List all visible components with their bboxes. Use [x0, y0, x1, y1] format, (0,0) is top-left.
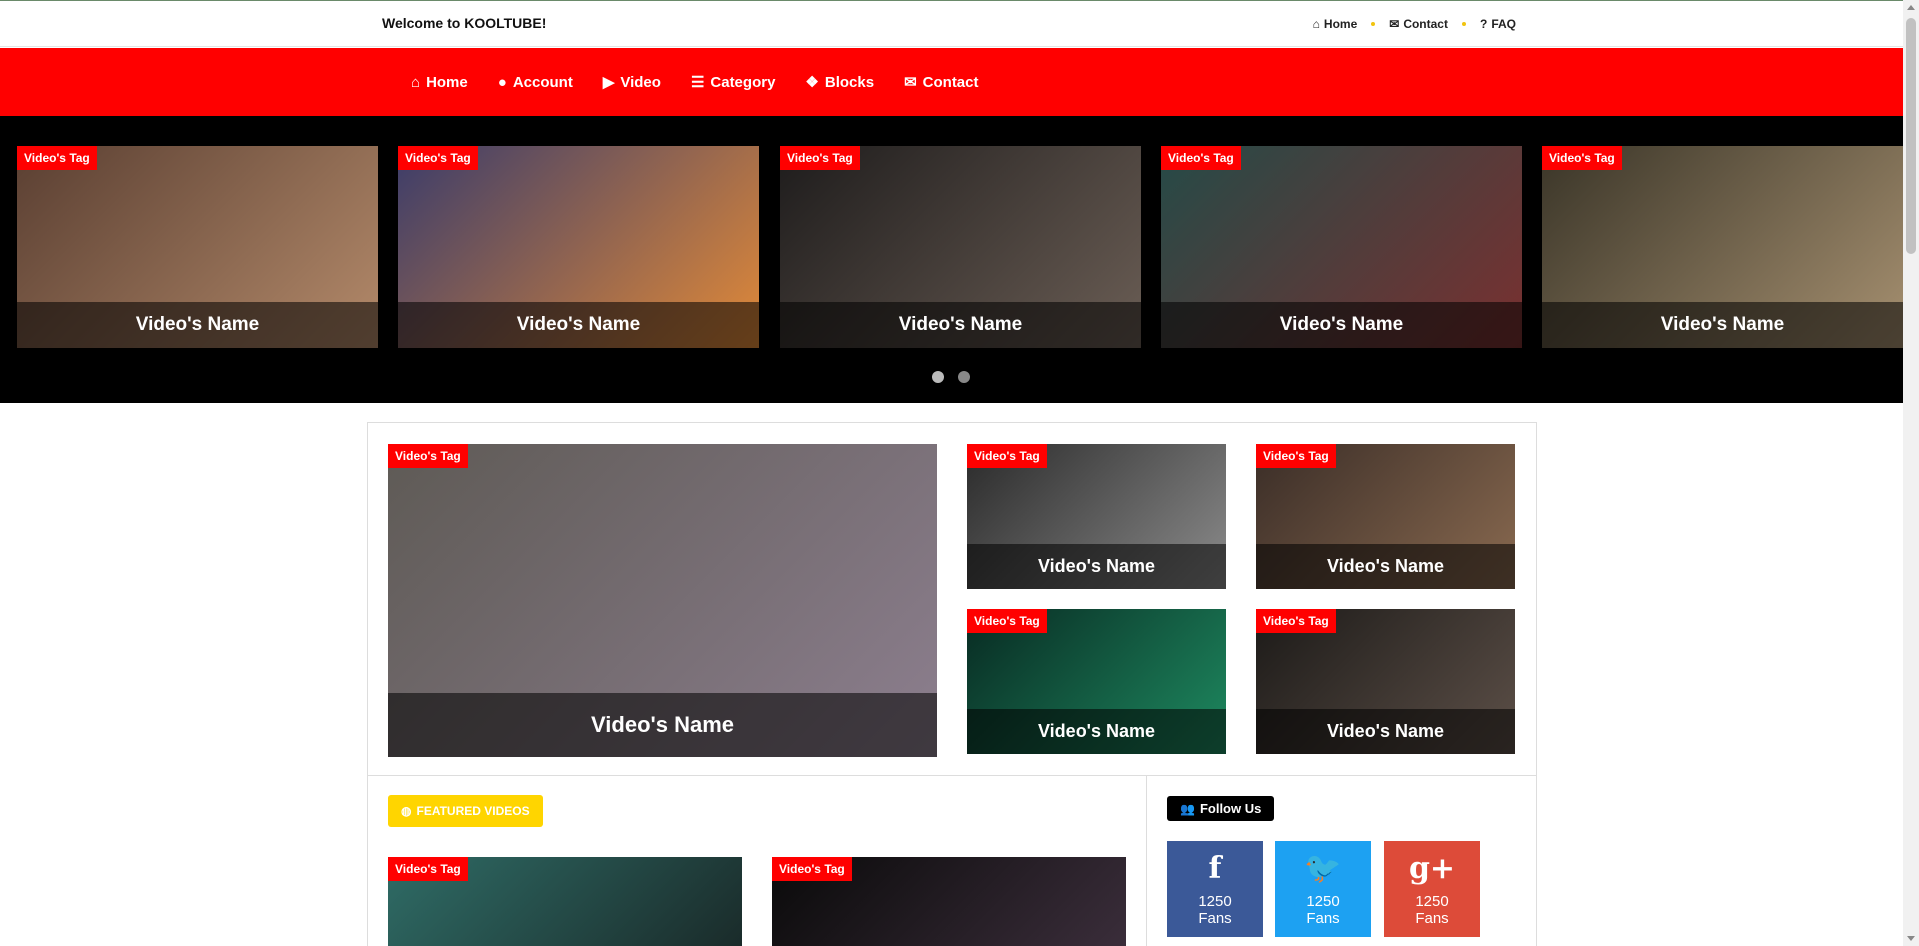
- video-name: Video's Name: [1161, 302, 1522, 348]
- welcome-text: Welcome to KOOLTUBE!: [382, 15, 547, 31]
- top-link-label: FAQ: [1491, 17, 1516, 31]
- video-tag[interactable]: Video's Tag: [388, 857, 468, 881]
- video-card[interactable]: Video's Tag Video's Name: [398, 146, 759, 348]
- video-card[interactable]: Video's Tag Video's Name: [780, 146, 1141, 348]
- page: Welcome to KOOLTUBE! ⌂ Home ✉ Contact ? …: [0, 0, 1919, 946]
- top-bar: Welcome to KOOLTUBE! ⌂ Home ✉ Contact ? …: [0, 0, 1903, 47]
- video-tag[interactable]: Video's Tag: [1256, 609, 1336, 633]
- video-tag[interactable]: Video's Tag: [967, 609, 1047, 633]
- nav-item-label: Video: [620, 73, 661, 91]
- comments-icon: ✉: [1389, 17, 1400, 31]
- twitter-icon: 🐦: [1304, 851, 1342, 886]
- nav-item-category[interactable]: ☰ Category: [691, 74, 775, 91]
- scroll-up-arrow[interactable]: [1907, 5, 1915, 10]
- nav-item-label: Account: [512, 73, 573, 91]
- fan-count: 1250: [1306, 893, 1340, 910]
- video-name: Video's Name: [388, 693, 937, 757]
- facebook-icon: f: [1208, 851, 1222, 886]
- top-link-contact[interactable]: ✉ Contact: [1389, 17, 1448, 31]
- scrollbar-thumb[interactable]: [1906, 18, 1916, 254]
- video-name: Video's Name: [967, 709, 1226, 754]
- video-tag[interactable]: Video's Tag: [398, 146, 478, 170]
- fan-count: 1250: [1415, 893, 1449, 910]
- video-name: Video's Name: [17, 302, 378, 348]
- video-card[interactable]: Video's Tag Video's Name: [967, 609, 1226, 754]
- video-card[interactable]: Video's Tag: [772, 857, 1126, 946]
- video-tag[interactable]: Video's Tag: [1542, 146, 1622, 170]
- follow-label-text: Follow Us: [1199, 801, 1262, 816]
- video-name: Video's Name: [1542, 302, 1903, 348]
- video-tag[interactable]: Video's Tag: [388, 444, 468, 468]
- slider-dot[interactable]: [932, 371, 944, 383]
- google-plus-icon: g+: [1408, 851, 1456, 886]
- video-tag[interactable]: Video's Tag: [780, 146, 860, 170]
- page-scrollbar[interactable]: [1903, 0, 1919, 946]
- nav-item-home[interactable]: ⌂ Home: [411, 74, 468, 91]
- divider: [1146, 776, 1147, 946]
- video-tag[interactable]: Video's Tag: [17, 146, 97, 170]
- cubes-icon: ❖: [805, 73, 819, 91]
- featured-label-text: FEATURED VIDEOS: [416, 804, 530, 818]
- play-circle-icon: ▶: [602, 73, 615, 91]
- video-card[interactable]: Video's Tag: [388, 857, 742, 946]
- video-name: Video's Name: [1256, 544, 1515, 589]
- slider-dot[interactable]: [958, 371, 970, 383]
- video-card[interactable]: Video's Tag Video's Name: [1542, 146, 1903, 348]
- users-icon: 👥: [1180, 801, 1195, 816]
- video-name: Video's Name: [780, 302, 1141, 348]
- follow-us-label: 👥 Follow Us: [1167, 796, 1275, 821]
- home-icon: ⌂: [411, 73, 421, 91]
- video-card[interactable]: Video's Tag Video's Name: [17, 146, 378, 348]
- nav-item-contact[interactable]: ✉ Contact: [904, 74, 978, 91]
- question-icon: ?: [1479, 17, 1488, 31]
- top-link-faq[interactable]: ? FAQ: [1480, 17, 1516, 31]
- nav-item-video[interactable]: ▶ Video: [603, 74, 661, 91]
- list-icon: ☰: [690, 73, 705, 91]
- video-card[interactable]: Video's Tag Video's Name: [967, 444, 1226, 589]
- fans-label: Fans: [1306, 910, 1340, 927]
- video-card[interactable]: Video's Tag Video's Name: [1256, 609, 1515, 754]
- globe-icon: ◍: [401, 804, 412, 818]
- nav-item-label: Category: [710, 73, 776, 91]
- fans-label: Fans: [1415, 910, 1449, 927]
- video-name: Video's Name: [398, 302, 759, 348]
- nav-item-label: Contact: [922, 73, 979, 91]
- envelope-icon: ✉: [904, 73, 917, 91]
- slider-dots: [932, 371, 970, 383]
- nav-item-account[interactable]: ● Account: [498, 74, 573, 91]
- video-tag[interactable]: Video's Tag: [967, 444, 1047, 468]
- top-link-home[interactable]: ⌂ Home: [1313, 17, 1358, 31]
- google-plus-follow-button[interactable]: g+ 1250 Fans: [1384, 841, 1480, 937]
- top-links: ⌂ Home ✉ Contact ? FAQ: [1313, 17, 1516, 31]
- main-nav: ⌂ Home ● Account ▶ Video ☰ Category ❖ Bl…: [0, 48, 1903, 116]
- video-card[interactable]: Video's Tag Video's Name: [1256, 444, 1515, 589]
- facebook-follow-button[interactable]: f 1250 Fans: [1167, 841, 1263, 937]
- divider: [367, 775, 1537, 776]
- home-icon: ⌂: [1312, 17, 1320, 31]
- featured-videos-label[interactable]: ◍ FEATURED VIDEOS: [388, 795, 543, 827]
- video-tag[interactable]: Video's Tag: [1256, 444, 1336, 468]
- video-name: Video's Name: [967, 544, 1226, 589]
- top-link-label: Contact: [1403, 17, 1448, 31]
- video-card[interactable]: Video's Tag Video's Name: [1161, 146, 1522, 348]
- separator-dot: [1371, 22, 1376, 26]
- user-icon: ●: [497, 73, 507, 91]
- separator-dot: [1461, 22, 1466, 26]
- nav-item-label: Home: [426, 73, 468, 91]
- video-tag[interactable]: Video's Tag: [1161, 146, 1241, 170]
- video-tag[interactable]: Video's Tag: [772, 857, 852, 881]
- scroll-down-arrow[interactable]: [1907, 936, 1915, 941]
- video-card[interactable]: Video's Tag Video's Name: [388, 444, 937, 757]
- top-link-label: Home: [1323, 17, 1358, 31]
- fans-label: Fans: [1198, 910, 1232, 927]
- twitter-follow-button[interactable]: 🐦 1250 Fans: [1275, 841, 1371, 937]
- nav-item-label: Blocks: [824, 73, 875, 91]
- fan-count: 1250: [1198, 893, 1232, 910]
- video-name: Video's Name: [1256, 709, 1515, 754]
- nav-item-blocks[interactable]: ❖ Blocks: [805, 74, 874, 91]
